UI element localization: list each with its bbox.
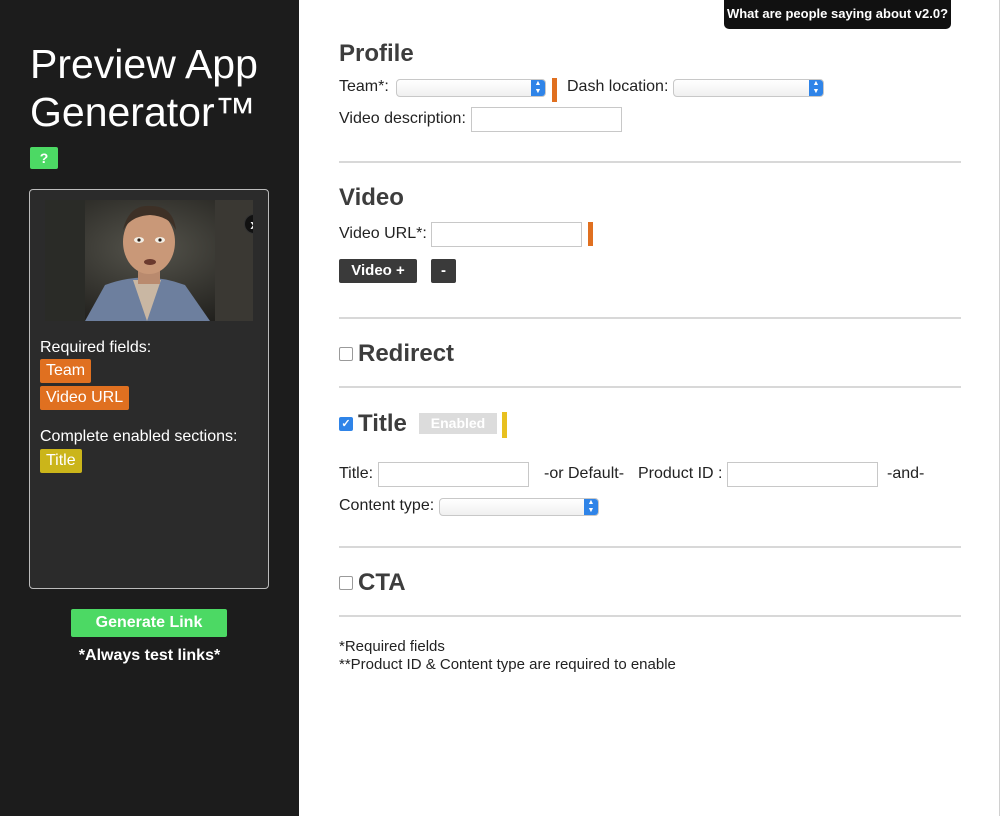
product-id-input[interactable] bbox=[727, 462, 878, 487]
video-section-title: Video bbox=[339, 184, 404, 211]
select-arrows-icon: ▲ ▼ bbox=[584, 499, 598, 515]
preview-image bbox=[45, 200, 253, 321]
video-url-input[interactable] bbox=[431, 222, 582, 247]
section-divider bbox=[339, 386, 961, 388]
select-arrows-icon: ▲ ▼ bbox=[531, 80, 545, 96]
required-fields-note: *Required fields bbox=[339, 638, 445, 655]
enabled-tag-title[interactable]: Title bbox=[40, 449, 82, 473]
cta-checkbox[interactable] bbox=[339, 576, 353, 590]
feedback-button[interactable]: What are people saying about v2.0? bbox=[724, 0, 951, 29]
enabled-badge: Enabled bbox=[419, 413, 497, 434]
redirect-section-title: Redirect bbox=[358, 340, 455, 367]
select-arrows-icon: ▲ ▼ bbox=[809, 80, 823, 96]
required-indicator bbox=[588, 222, 593, 246]
add-video-button[interactable]: Video + bbox=[339, 259, 417, 283]
dash-location-select[interactable]: ▲ ▼ bbox=[673, 79, 824, 97]
team-label: Team*: bbox=[339, 78, 389, 95]
profile-section-title: Profile bbox=[339, 40, 414, 67]
help-button[interactable]: ? bbox=[30, 147, 58, 169]
remove-video-button[interactable]: - bbox=[431, 259, 456, 283]
preview-thumbnail: x bbox=[45, 200, 253, 321]
enabled-sections-heading: Complete enabled sections: bbox=[40, 428, 238, 445]
redirect-checkbox[interactable] bbox=[339, 347, 353, 361]
or-default-label: -or Default- bbox=[544, 465, 625, 482]
required-indicator bbox=[552, 78, 557, 102]
cta-section-title: CTA bbox=[358, 569, 406, 596]
required-tag-video-url[interactable]: Video URL bbox=[40, 386, 130, 410]
team-select[interactable]: ▲ ▼ bbox=[396, 79, 546, 97]
generate-link-button[interactable]: Generate Link bbox=[71, 609, 227, 637]
video-url-label: Video URL*: bbox=[339, 225, 427, 242]
product-id-label: Product ID : bbox=[638, 465, 723, 482]
sidebar: Preview App Generator™ ? Required fields… bbox=[0, 0, 299, 816]
title-label: Title: bbox=[339, 465, 374, 482]
section-divider bbox=[339, 615, 961, 617]
video-description-input[interactable] bbox=[471, 107, 622, 132]
and-label: -and- bbox=[887, 465, 925, 482]
test-links-note: *Always test links* bbox=[78, 647, 221, 664]
enabled-indicator bbox=[502, 412, 507, 438]
status-panel: x Required fields: Team Video URL Comple… bbox=[29, 189, 269, 589]
title-checkbox[interactable]: ✓ bbox=[339, 417, 353, 431]
title-input[interactable] bbox=[378, 462, 529, 487]
video-description-label: Video description: bbox=[339, 110, 466, 127]
dash-location-label: Dash location: bbox=[567, 78, 669, 95]
section-divider bbox=[339, 546, 961, 548]
title-section-title: Title bbox=[358, 410, 407, 437]
app-title: Preview App Generator™ bbox=[30, 41, 258, 135]
content-type-select[interactable]: ▲ ▼ bbox=[439, 498, 599, 516]
section-divider bbox=[339, 317, 961, 319]
content-type-label: Content type: bbox=[339, 497, 435, 514]
section-divider bbox=[339, 161, 961, 163]
required-tag-team[interactable]: Team bbox=[40, 359, 92, 383]
product-requirement-note: **Product ID & Content type are required… bbox=[339, 656, 676, 673]
required-fields-heading: Required fields: bbox=[40, 339, 152, 356]
